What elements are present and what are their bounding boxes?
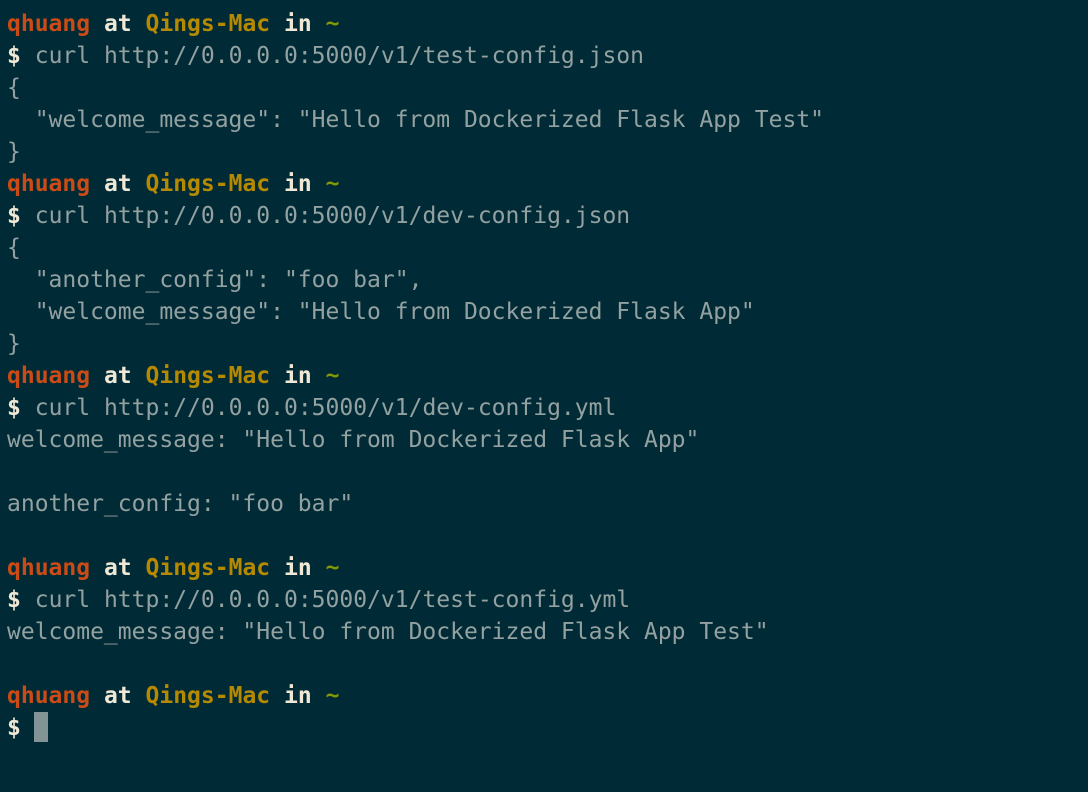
output-line: "another_config": "foo bar", <box>7 267 423 293</box>
prompt-host: Qings-Mac <box>145 555 271 581</box>
command-text: curl http://0.0.0.0:5000/v1/test-config.… <box>34 43 644 69</box>
prompt-dir: ~ <box>325 363 340 389</box>
prompt-at: at <box>103 11 132 37</box>
prompt-symbol: $ <box>7 715 21 741</box>
output-line: "welcome_message": "Hello from Dockerize… <box>7 107 824 133</box>
text-cursor[interactable] <box>33 712 48 742</box>
prompt-at: at <box>103 363 132 389</box>
output-line: } <box>7 139 21 165</box>
prompt-in: in <box>284 363 312 389</box>
prompt-line: qhuang at Qings-Mac in ~ <box>7 680 1088 712</box>
active-command-line[interactable]: $ <box>7 712 1088 744</box>
prompt-user: qhuang <box>7 555 91 581</box>
prompt-dir: ~ <box>325 555 340 581</box>
prompt-line: qhuang at Qings-Mac in ~ <box>7 168 1088 200</box>
prompt-at: at <box>103 555 132 581</box>
prompt-host: Qings-Mac <box>145 171 271 197</box>
output-line: welcome_message: "Hello from Dockerized … <box>7 427 700 453</box>
terminal-window[interactable]: qhuang at Qings-Mac in ~ $ curl http://0… <box>0 0 1088 792</box>
command-line: $ curl http://0.0.0.0:5000/v1/dev-config… <box>7 200 1088 232</box>
prompt-in: in <box>284 11 312 37</box>
output-line: another_config: "foo bar" <box>7 491 354 517</box>
prompt-line: qhuang at Qings-Mac in ~ <box>7 360 1088 392</box>
prompt-in: in <box>284 683 312 709</box>
output-line: welcome_message: "Hello from Dockerized … <box>7 619 769 645</box>
output-line: "welcome_message": "Hello from Dockerize… <box>7 299 755 325</box>
command-text: curl http://0.0.0.0:5000/v1/dev-config.j… <box>34 203 631 229</box>
output-line: { <box>7 75 21 101</box>
output-line: { <box>7 235 21 261</box>
prompt-host: Qings-Mac <box>145 11 271 37</box>
prompt-user: qhuang <box>7 171 91 197</box>
prompt-in: in <box>284 171 312 197</box>
command-line: $ curl http://0.0.0.0:5000/v1/dev-config… <box>7 392 1088 424</box>
prompt-host: Qings-Mac <box>145 363 271 389</box>
prompt-dir: ~ <box>325 683 340 709</box>
prompt-in: in <box>284 555 312 581</box>
prompt-symbol: $ <box>7 203 21 229</box>
prompt-line: qhuang at Qings-Mac in ~ <box>7 8 1088 40</box>
prompt-symbol: $ <box>7 43 21 69</box>
prompt-at: at <box>103 171 132 197</box>
command-line: $ curl http://0.0.0.0:5000/v1/test-confi… <box>7 584 1088 616</box>
prompt-host: Qings-Mac <box>145 683 271 709</box>
prompt-user: qhuang <box>7 683 91 709</box>
command-line: $ curl http://0.0.0.0:5000/v1/test-confi… <box>7 40 1088 72</box>
prompt-user: qhuang <box>7 11 91 37</box>
prompt-dir: ~ <box>325 171 340 197</box>
prompt-symbol: $ <box>7 395 21 421</box>
prompt-dir: ~ <box>325 11 340 37</box>
prompt-user: qhuang <box>7 363 91 389</box>
command-text: curl http://0.0.0.0:5000/v1/test-config.… <box>34 587 631 613</box>
prompt-line: qhuang at Qings-Mac in ~ <box>7 552 1088 584</box>
prompt-at: at <box>103 683 132 709</box>
command-text: curl http://0.0.0.0:5000/v1/dev-config.y… <box>34 395 617 421</box>
output-line: } <box>7 331 21 357</box>
prompt-symbol: $ <box>7 587 21 613</box>
